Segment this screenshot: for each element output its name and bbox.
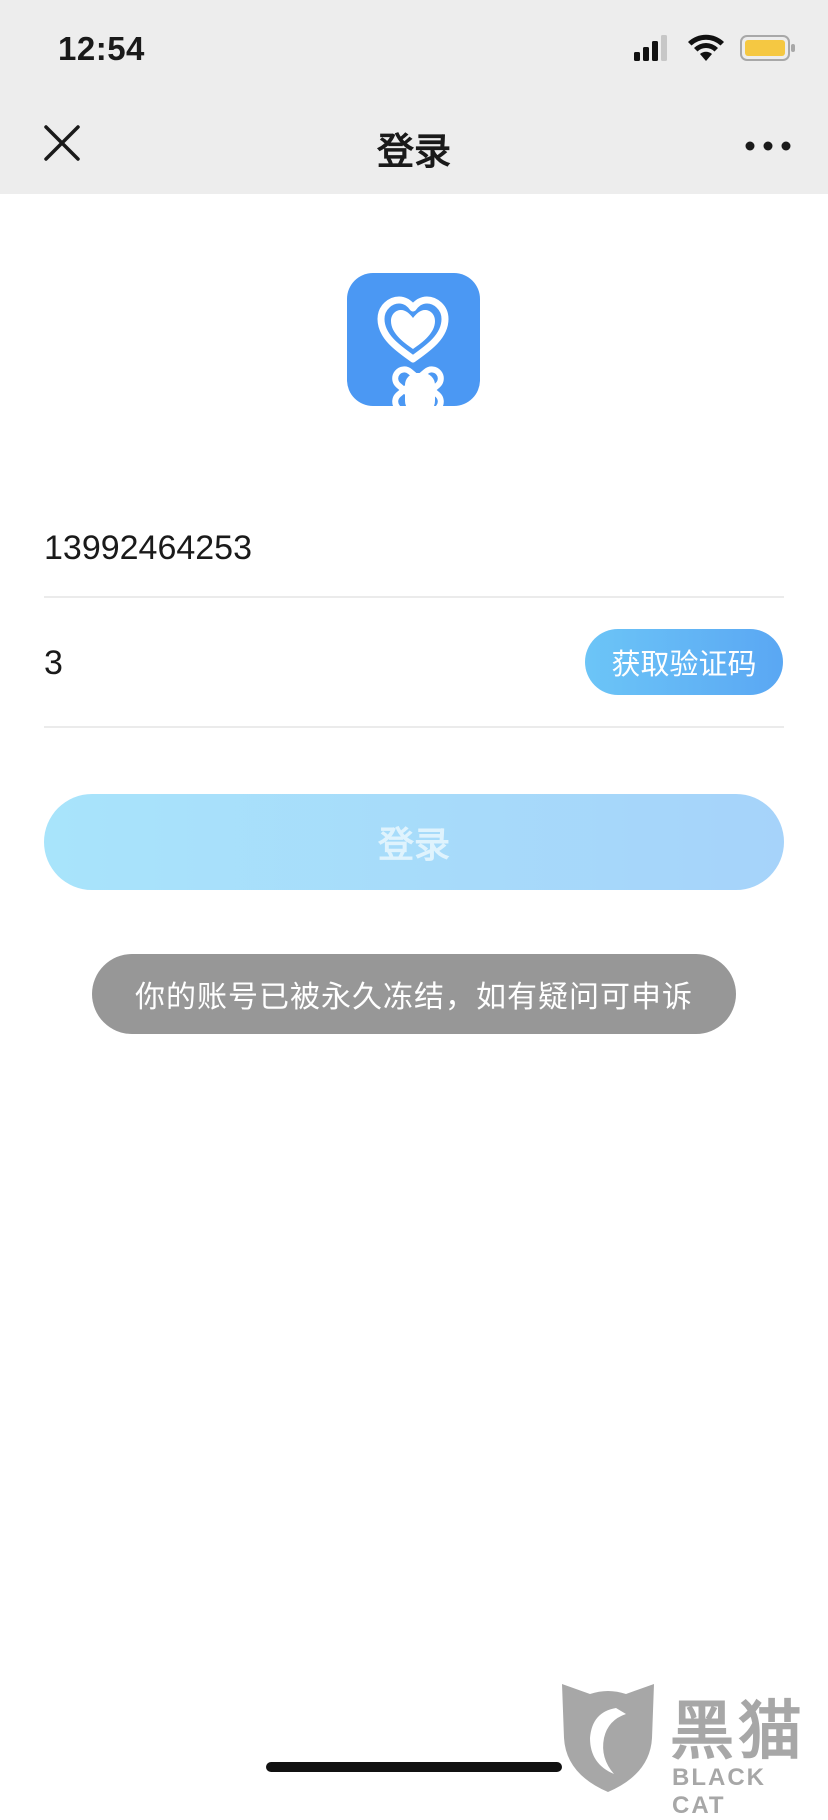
- verification-code-input[interactable]: [44, 633, 544, 693]
- home-indicator[interactable]: [266, 1762, 562, 1772]
- watermark: 黑猫 BLACK CAT: [556, 1678, 828, 1819]
- wifi-icon: [688, 34, 724, 61]
- get-code-button[interactable]: 获取验证码: [585, 629, 783, 695]
- status-time: 12:54: [58, 30, 145, 67]
- watermark-text-cn: 黑猫: [670, 1695, 806, 1769]
- black-cat-logo-icon: [562, 1684, 654, 1792]
- more-icon: [745, 141, 791, 151]
- top-bar: 12:54 登录: [0, 0, 828, 194]
- status-icons: [634, 34, 796, 62]
- watermark-text-en: BLACK CAT: [672, 1764, 766, 1819]
- app-logo: [347, 273, 480, 406]
- login-button[interactable]: 登录: [44, 794, 784, 890]
- heart-finger-logo-icon: [377, 296, 449, 406]
- toast-message: 你的账号已被永久冻结，如有疑问可申诉: [92, 954, 736, 1034]
- cellular-signal-icon: [634, 35, 667, 61]
- phone-input[interactable]: [44, 518, 784, 578]
- battery-icon: [740, 35, 795, 61]
- code-divider: [44, 726, 784, 728]
- more-button[interactable]: [744, 124, 792, 168]
- page-title: 登录: [377, 130, 451, 173]
- phone-divider: [44, 596, 784, 598]
